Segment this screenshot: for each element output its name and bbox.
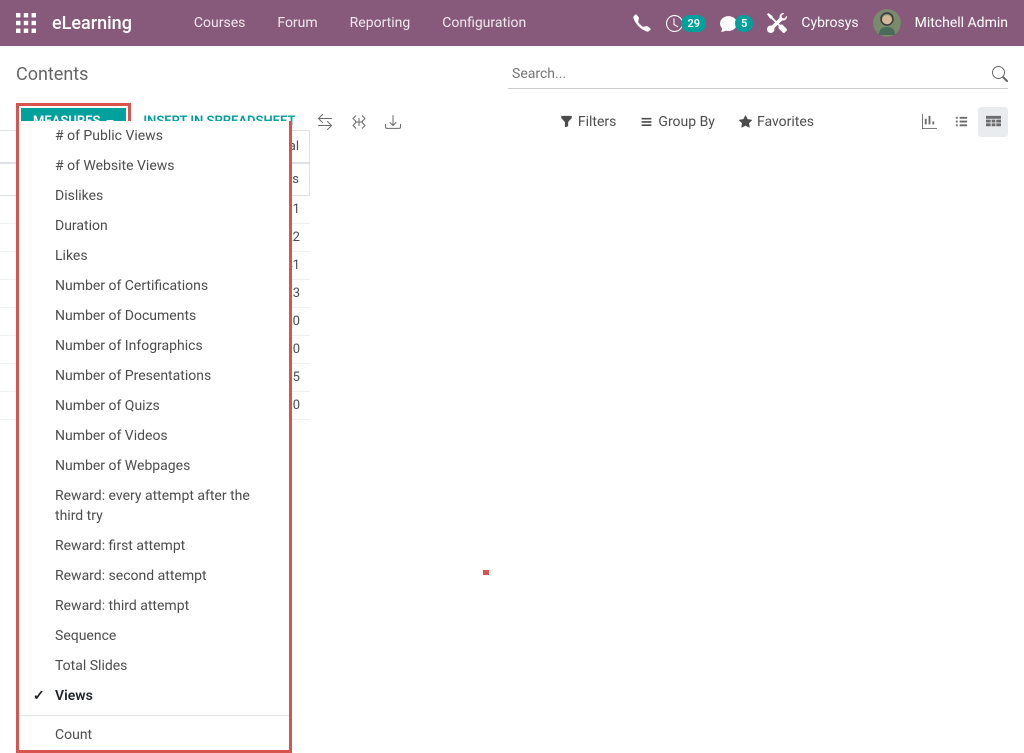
measure-option[interactable]: Number of Presentations: [19, 361, 289, 391]
brand[interactable]: eLearning: [52, 13, 132, 34]
measure-option-selected[interactable]: Views: [19, 681, 289, 711]
filters-label: Filters: [578, 114, 617, 130]
measure-option[interactable]: Sequence: [19, 621, 289, 651]
nav-configuration[interactable]: Configuration: [430, 7, 538, 39]
expand-icon[interactable]: [351, 114, 367, 130]
search-input[interactable]: [508, 60, 992, 88]
measure-option[interactable]: Reward: second attempt: [19, 561, 289, 591]
topbar: eLearning Courses Forum Reporting Config…: [0, 0, 1024, 46]
measure-option[interactable]: Reward: first attempt: [19, 531, 289, 561]
measure-option[interactable]: Number of Quizs: [19, 391, 289, 421]
download-icon[interactable]: [385, 114, 401, 130]
view-graph-button[interactable]: [914, 107, 944, 137]
messages-badge[interactable]: 5: [720, 15, 753, 32]
view-pivot-button[interactable]: [978, 107, 1008, 137]
measure-option[interactable]: Number of Infographics: [19, 331, 289, 361]
measure-option[interactable]: Number of Videos: [19, 421, 289, 451]
messages-count: 5: [735, 15, 753, 32]
apps-icon[interactable]: [16, 13, 36, 33]
measure-option[interactable]: Reward: third attempt: [19, 591, 289, 621]
phone-icon[interactable]: [632, 13, 652, 33]
measure-option[interactable]: Duration: [19, 211, 289, 241]
measure-option[interactable]: Number of Documents: [19, 301, 289, 331]
search-area: [508, 60, 1008, 89]
company-name[interactable]: Cybrosys: [801, 15, 858, 31]
measure-option[interactable]: Total Slides: [19, 651, 289, 681]
favorites-button[interactable]: Favorites: [739, 114, 814, 130]
measure-option[interactable]: Likes: [19, 241, 289, 271]
measure-option[interactable]: Number of Webpages: [19, 451, 289, 481]
measures-dropdown: # of Public Views # of Website Views Dis…: [16, 121, 292, 753]
measure-option[interactable]: # of Website Views: [19, 151, 289, 181]
search-icon[interactable]: [992, 66, 1008, 82]
groupby-label: Group By: [658, 114, 715, 130]
tools-icon[interactable]: [767, 13, 787, 33]
view-list-button[interactable]: [946, 107, 976, 137]
groupby-button[interactable]: Group By: [640, 114, 715, 130]
measure-option[interactable]: Number of Certifications: [19, 271, 289, 301]
topbar-right: 29 5 Cybrosys Mitchell Admin: [632, 9, 1008, 37]
activity-badge[interactable]: 29: [666, 15, 706, 32]
page-title: Contents: [16, 64, 88, 85]
nav-forum[interactable]: Forum: [265, 7, 329, 39]
user-name[interactable]: Mitchell Admin: [915, 15, 1008, 31]
tool-icons: [317, 114, 401, 130]
activity-count: 29: [681, 15, 706, 32]
dropdown-divider: [19, 715, 289, 716]
filter-group: Filters Group By Favorites: [560, 114, 814, 130]
measure-option[interactable]: Dislikes: [19, 181, 289, 211]
favorites-label: Favorites: [757, 114, 814, 130]
measure-option[interactable]: # of Public Views: [19, 121, 289, 151]
nav-reporting[interactable]: Reporting: [338, 7, 423, 39]
annotation-marker: [483, 570, 489, 575]
nav-items: Courses Forum Reporting Configuration: [182, 7, 538, 39]
filters-button[interactable]: Filters: [560, 114, 617, 130]
view-switcher: [914, 107, 1008, 137]
avatar[interactable]: [873, 9, 901, 37]
measure-count[interactable]: Count: [19, 720, 289, 750]
flip-axis-icon[interactable]: [317, 114, 333, 130]
measure-option[interactable]: Reward: every attempt after the third tr…: [19, 481, 289, 531]
subheader: Contents: [0, 46, 1024, 95]
nav-courses[interactable]: Courses: [182, 7, 257, 39]
